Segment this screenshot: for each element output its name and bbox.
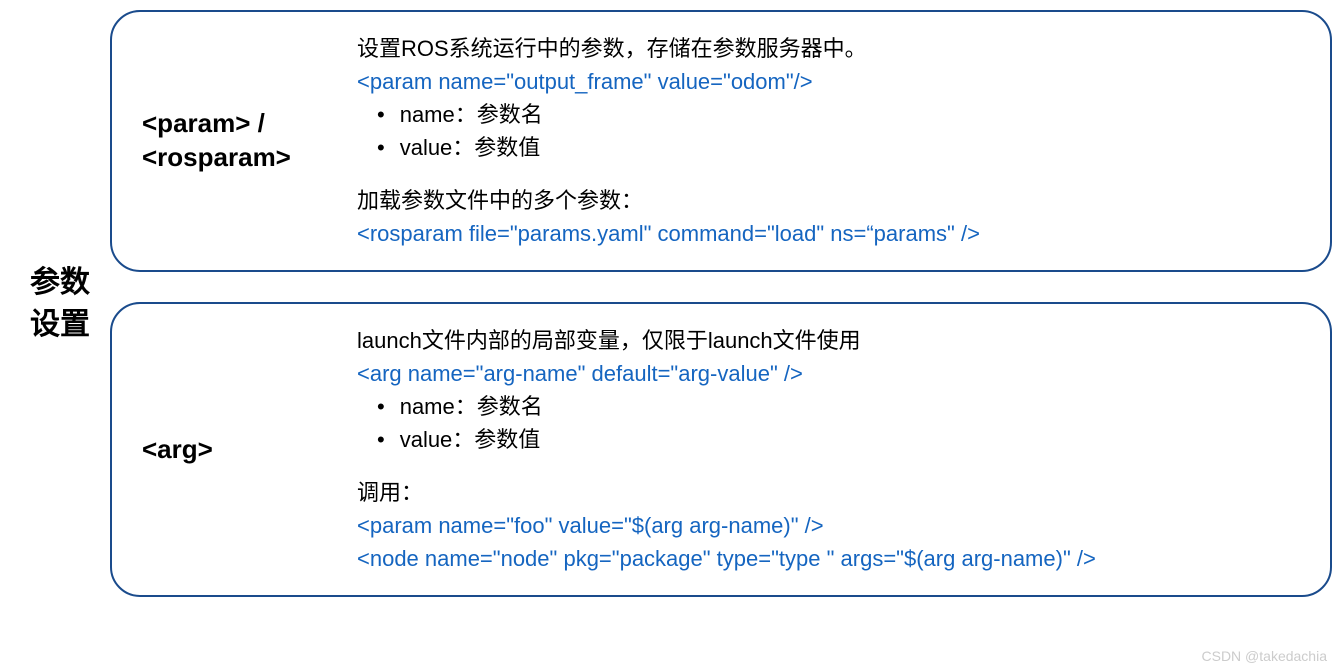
param-code1: <param name="output_frame" value="odom"/…: [357, 65, 1300, 98]
param-bullet-name: name：参数名: [377, 98, 1300, 131]
arg-desc1: launch文件内部的局部变量，仅限于launch文件使用: [357, 324, 1300, 357]
watermark: CSDN @takedachia: [1202, 648, 1328, 664]
arg-bullet-name: name：参数名: [377, 390, 1300, 423]
arg-code2: <param name="foo" value="$(arg arg-name)…: [357, 509, 1300, 542]
arg-desc2: 调用：: [357, 476, 1300, 509]
arg-content: launch文件内部的局部变量，仅限于launch文件使用 <arg name=…: [357, 324, 1300, 575]
param-code2: <rosparam file="params.yaml" command="lo…: [357, 217, 1300, 250]
param-content: 设置ROS系统运行中的参数，存储在参数服务器中。 <param name="ou…: [357, 32, 1300, 250]
param-desc1: 设置ROS系统运行中的参数，存储在参数服务器中。: [357, 32, 1300, 65]
param-tag-label: <param> / <rosparam>: [142, 107, 332, 175]
arg-code1: <arg name="arg-name" default="arg-value"…: [357, 357, 1300, 390]
arg-tag-label: <arg>: [142, 433, 332, 467]
arg-box: <arg> launch文件内部的局部变量，仅限于launch文件使用 <arg…: [110, 302, 1332, 597]
param-bullets: name：参数名 value：参数值: [357, 98, 1300, 164]
param-box: <param> / <rosparam> 设置ROS系统运行中的参数，存储在参数…: [110, 10, 1332, 272]
boxes-wrapper: <param> / <rosparam> 设置ROS系统运行中的参数，存储在参数…: [110, 10, 1332, 597]
arg-bullet-value: value：参数值: [377, 423, 1300, 456]
arg-bullets: name：参数名 value：参数值: [357, 390, 1300, 456]
param-bullet-value: value：参数值: [377, 131, 1300, 164]
side-label: 参数设置: [10, 262, 90, 346]
param-desc2: 加载参数文件中的多个参数：: [357, 184, 1300, 217]
arg-code3: <node name="node" pkg="package" type="ty…: [357, 542, 1300, 575]
main-container: 参数设置 <param> / <rosparam> 设置ROS系统运行中的参数，…: [10, 10, 1332, 597]
